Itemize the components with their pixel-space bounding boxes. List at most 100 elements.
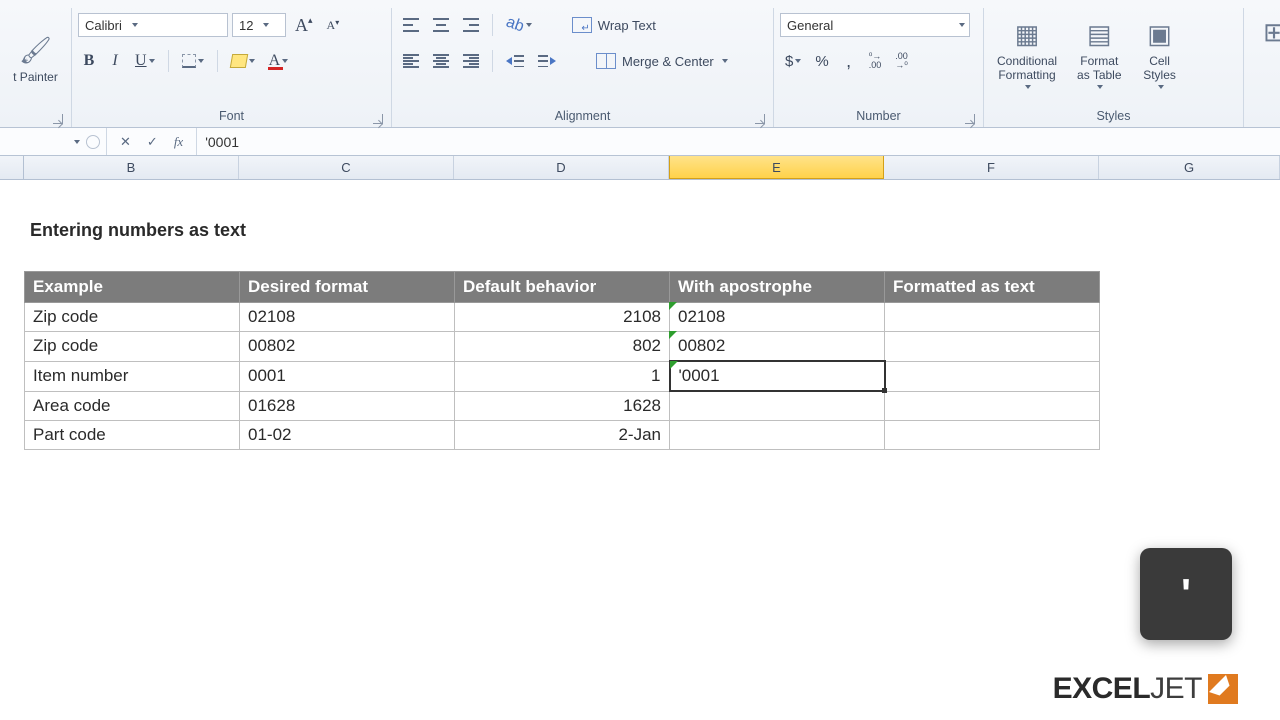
cell[interactable]: Part code — [25, 420, 240, 449]
sheet-title: Entering numbers as text — [30, 220, 1280, 241]
active-cell[interactable]: '0001 — [670, 361, 885, 391]
cell[interactable]: 0001 — [240, 361, 455, 391]
insert-button[interactable]: ⊞ — [1250, 10, 1280, 56]
header-example[interactable]: Example — [25, 272, 240, 303]
bold-button[interactable]: B — [78, 49, 100, 73]
dialog-launcher-icon[interactable] — [755, 114, 765, 124]
format-painter-button[interactable]: 🖌 t Painter — [6, 28, 65, 90]
paintbrush-icon: 🖌 — [18, 33, 54, 69]
cell[interactable]: Item number — [25, 361, 240, 391]
conditional-formatting-icon: ▦ — [1009, 17, 1045, 53]
confirm-edit-button[interactable]: ✓ — [142, 130, 163, 154]
align-top-button[interactable] — [398, 13, 424, 37]
table-icon: ▤ — [1081, 17, 1117, 53]
cell[interactable] — [885, 303, 1100, 332]
align-right-icon — [463, 54, 479, 68]
worksheet[interactable]: Entering numbers as text Example Desired… — [0, 180, 1280, 450]
cell[interactable]: 00802 — [240, 332, 455, 362]
cell[interactable]: 01-02 — [240, 420, 455, 449]
dialog-launcher-icon[interactable] — [373, 114, 383, 124]
decrease-font-size-button[interactable]: A▾ — [322, 13, 345, 37]
decrease-decimal-button[interactable]: .00→⁰ — [890, 49, 913, 73]
cell[interactable] — [670, 391, 885, 420]
select-all-corner[interactable] — [0, 156, 24, 179]
align-left-icon — [403, 54, 419, 68]
italic-button[interactable]: I — [104, 49, 126, 73]
ribbon: 🖌 t Painter Calibri 12 A▴ A▾ B I U A — [0, 0, 1280, 128]
cell[interactable] — [885, 391, 1100, 420]
cell[interactable] — [885, 332, 1100, 362]
data-table: Example Desired format Default behavior … — [24, 271, 1100, 450]
cell[interactable]: 02108 — [670, 303, 885, 332]
percent-button[interactable]: % — [810, 49, 833, 73]
increase-font-size-button[interactable]: A▴ — [290, 13, 318, 37]
header-default-behavior[interactable]: Default behavior — [455, 272, 670, 303]
increase-indent-button[interactable] — [533, 49, 561, 73]
cell[interactable]: 1628 — [455, 391, 670, 420]
borders-button[interactable] — [177, 49, 209, 73]
number-format-combo[interactable]: General — [780, 13, 970, 37]
cell[interactable]: 02108 — [240, 303, 455, 332]
ribbon-group-styles: ▦ Conditional Formatting ▤ Format as Tab… — [984, 8, 1244, 127]
font-color-button[interactable]: A — [264, 49, 294, 73]
formula-input[interactable]: '0001 — [197, 134, 1280, 150]
group-label-font: Font — [78, 107, 385, 127]
wrap-text-button[interactable]: Wrap Text — [567, 13, 687, 37]
dialog-launcher-icon[interactable] — [965, 114, 975, 124]
underline-button[interactable]: U — [130, 49, 160, 73]
cell[interactable] — [885, 420, 1100, 449]
name-box[interactable] — [52, 140, 80, 144]
header-formatted-as-text[interactable]: Formatted as text — [885, 272, 1100, 303]
cell[interactable]: 1 — [455, 361, 670, 391]
align-left-button[interactable] — [398, 49, 424, 73]
decrease-indent-button[interactable] — [501, 49, 529, 73]
cell-styles-icon: ▣ — [1142, 17, 1178, 53]
cell[interactable] — [885, 361, 1100, 391]
align-right-button[interactable] — [458, 49, 484, 73]
align-bottom-icon — [463, 18, 479, 32]
table-row: Zip code 00802 802 00802 — [25, 332, 1100, 362]
column-header-d[interactable]: D — [454, 156, 669, 179]
table-row: Part code 01-02 2-Jan — [25, 420, 1100, 449]
column-header-b[interactable]: B — [24, 156, 239, 179]
cell[interactable]: 2108 — [455, 303, 670, 332]
cell[interactable]: Zip code — [25, 332, 240, 362]
cell[interactable]: 00802 — [670, 332, 885, 362]
cell[interactable]: Area code — [25, 391, 240, 420]
insert-function-button[interactable]: fx — [169, 130, 188, 154]
column-header-g[interactable]: G — [1099, 156, 1280, 179]
align-top-icon — [403, 18, 419, 32]
align-bottom-button[interactable] — [458, 13, 484, 37]
column-header-c[interactable]: C — [239, 156, 454, 179]
format-as-table-button[interactable]: ▤ Format as Table — [1070, 12, 1128, 94]
column-header-e[interactable]: E — [669, 156, 884, 179]
decrease-indent-icon — [506, 55, 524, 67]
wrap-text-icon — [572, 17, 592, 33]
cell-styles-button[interactable]: ▣ Cell Styles — [1135, 12, 1185, 94]
ribbon-group-overflow: ⊞ — [1244, 8, 1274, 127]
currency-button[interactable]: $ — [780, 49, 806, 73]
column-header-f[interactable]: F — [884, 156, 1099, 179]
cell[interactable] — [670, 420, 885, 449]
align-middle-button[interactable] — [428, 13, 454, 37]
cell[interactable]: Zip code — [25, 303, 240, 332]
cell[interactable]: 802 — [455, 332, 670, 362]
increase-indent-icon — [538, 55, 556, 67]
orientation-button[interactable]: ab — [501, 13, 537, 37]
fill-color-button[interactable] — [226, 49, 260, 73]
font-size-combo[interactable]: 12 — [232, 13, 286, 37]
font-name-combo[interactable]: Calibri — [78, 13, 228, 37]
cell[interactable]: 01628 — [240, 391, 455, 420]
increase-decimal-button[interactable]: ⁰→.00 — [864, 49, 887, 73]
align-center-button[interactable] — [428, 49, 454, 73]
dialog-launcher-icon[interactable] — [53, 114, 63, 124]
header-desired-format[interactable]: Desired format — [240, 272, 455, 303]
header-with-apostrophe[interactable]: With apostrophe — [670, 272, 885, 303]
cell[interactable]: 2-Jan — [455, 420, 670, 449]
merge-center-button[interactable]: Merge & Center — [591, 49, 733, 73]
formula-bar: ✕ ✓ fx '0001 — [0, 128, 1280, 156]
comma-button[interactable]: , — [838, 49, 860, 73]
cancel-edit-button[interactable]: ✕ — [115, 130, 136, 154]
group-label-alignment: Alignment — [398, 107, 767, 127]
conditional-formatting-button[interactable]: ▦ Conditional Formatting — [990, 12, 1064, 94]
